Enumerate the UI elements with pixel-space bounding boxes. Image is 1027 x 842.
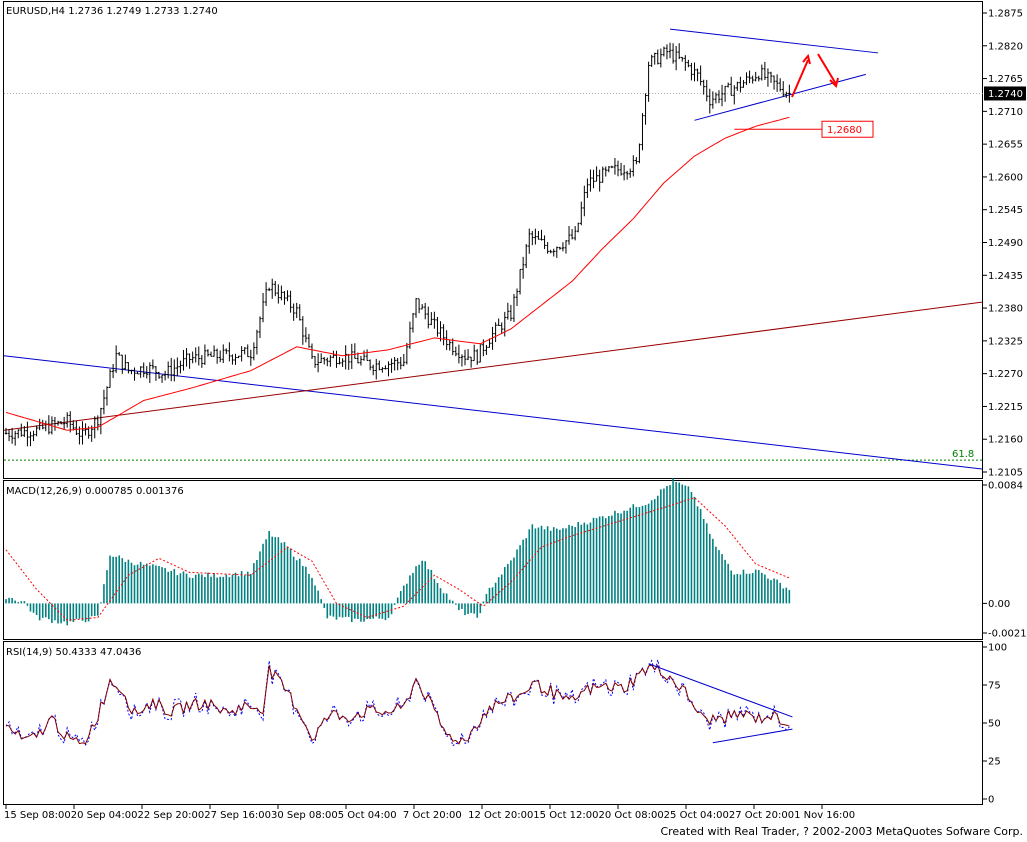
price-tick-label: 1.2380 — [988, 304, 1023, 315]
price-tick-label: 1.2435 — [988, 271, 1023, 282]
footer-credit: Created with Real Trader, ? 2002-2003 Me… — [660, 825, 1023, 838]
price-tick-label: 1.2545 — [988, 205, 1023, 216]
price-tick-label: 1.2820 — [988, 41, 1023, 52]
current-price-label: 1.2740 — [988, 89, 1023, 100]
macd-title: MACD(12,26,9) 0.000785 0.001376 — [6, 486, 184, 497]
level-label: 1,2680 — [827, 125, 862, 136]
rsi-title: RSI(14,9) 50.4333 47.0436 — [6, 647, 141, 658]
time-tick-labels: 15 Sep 08:0020 Sep 04:0022 Sep 20:0027 S… — [4, 810, 855, 821]
rsi-tick-label: 75 — [988, 681, 1001, 692]
fib-label: 61.8 — [952, 449, 974, 460]
rsi-tick-label: 100 — [988, 643, 1007, 654]
price-tick-label: 1.2710 — [988, 107, 1023, 118]
price-tick-label: 1.2600 — [988, 172, 1023, 183]
price-tick-label: 1.2270 — [988, 369, 1023, 380]
macd-tick-label: -0.0021 — [988, 629, 1027, 640]
price-tick-label: 1.2875 — [988, 9, 1023, 20]
rsi-tick-label: 0 — [988, 795, 994, 806]
price-axis: 1.2875 1.2820 1.2765 1.2710 1.2655 1.2600 1.25… — [983, 9, 1026, 479]
macd-tick-label: 0.0084 — [988, 481, 1023, 492]
price-tick-label: 1.2765 — [988, 74, 1023, 85]
rsi-tick-label: 50 — [988, 719, 1001, 730]
price-tick-label: 1.2160 — [988, 435, 1023, 446]
price-tick-label: 1.2215 — [988, 402, 1023, 413]
chart-canvas: EURUSD,H4 1.2736 1.2749 1.2733 1.2740 MA… — [0, 0, 1027, 842]
price-tick-label: 1.2105 — [988, 468, 1023, 479]
price-tick-label: 1.2655 — [988, 140, 1023, 151]
price-title: EURUSD,H4 1.2736 1.2749 1.2733 1.2740 — [6, 6, 218, 17]
price-tick-label: 1.2325 — [988, 336, 1023, 347]
price-tick-label: 1.2490 — [988, 238, 1023, 249]
macd-tick-label: 0.00 — [988, 599, 1010, 610]
rsi-tick-label: 25 — [988, 757, 1001, 768]
